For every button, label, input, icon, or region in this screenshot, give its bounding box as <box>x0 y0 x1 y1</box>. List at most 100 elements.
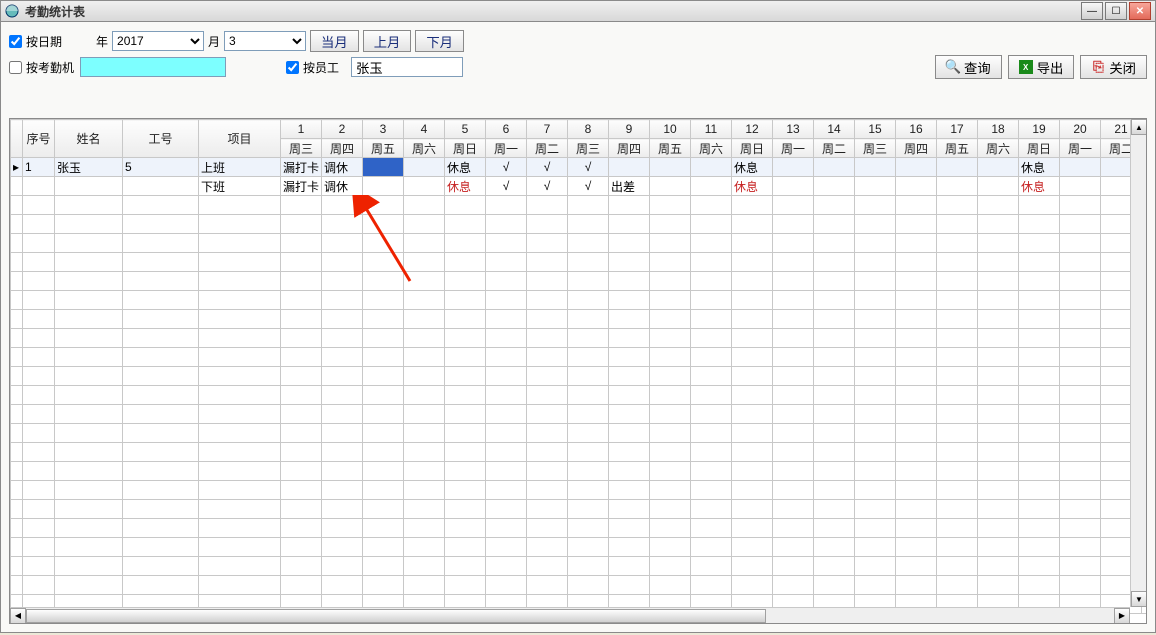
col-day-3[interactable]: 3 <box>363 120 404 139</box>
cell-day[interactable]: 休息 <box>445 177 486 196</box>
col-weekday-20[interactable]: 周一 <box>1060 139 1101 158</box>
col-day-11[interactable]: 11 <box>691 120 732 139</box>
table-row[interactable] <box>11 481 1148 500</box>
col-day-1[interactable]: 1 <box>281 120 322 139</box>
table-row[interactable]: ▸1张玉5上班漏打卡调休休息√√√休息休息 <box>11 158 1148 177</box>
col-day-9[interactable]: 9 <box>609 120 650 139</box>
cell-day[interactable] <box>937 158 978 177</box>
horizontal-scrollbar[interactable]: ◀ ▶ <box>10 607 1130 623</box>
cell-day[interactable] <box>691 177 732 196</box>
cell-day[interactable] <box>978 158 1019 177</box>
cell-day[interactable]: √ <box>486 177 527 196</box>
col-day-6[interactable]: 6 <box>486 120 527 139</box>
table-row[interactable] <box>11 329 1148 348</box>
col-weekday-15[interactable]: 周三 <box>855 139 896 158</box>
table-row[interactable] <box>11 196 1148 215</box>
col-number[interactable]: 工号 <box>123 120 199 158</box>
scroll-thumb[interactable] <box>26 609 766 623</box>
maximize-button[interactable]: ☐ <box>1105 2 1127 20</box>
month-select[interactable]: 3 <box>224 31 306 51</box>
col-day-7[interactable]: 7 <box>527 120 568 139</box>
col-day-15[interactable]: 15 <box>855 120 896 139</box>
cell-day[interactable] <box>855 158 896 177</box>
cell-day[interactable] <box>1060 177 1101 196</box>
col-weekday-14[interactable]: 周二 <box>814 139 855 158</box>
cell-day[interactable]: √ <box>486 158 527 177</box>
checkbox-by-machine[interactable]: 按考勤机 <box>9 59 74 76</box>
cell-day[interactable]: √ <box>527 177 568 196</box>
cell-name[interactable] <box>55 177 123 196</box>
scroll-left-button[interactable]: ◀ <box>10 608 26 624</box>
col-index[interactable]: 序号 <box>23 120 55 158</box>
col-weekday-2[interactable]: 周四 <box>322 139 363 158</box>
cell-day[interactable]: √ <box>568 177 609 196</box>
table-row[interactable] <box>11 462 1148 481</box>
employee-name-input[interactable] <box>351 57 463 77</box>
col-weekday-5[interactable]: 周日 <box>445 139 486 158</box>
col-weekday-4[interactable]: 周六 <box>404 139 445 158</box>
current-month-button[interactable]: 当月 <box>310 30 359 52</box>
table-row[interactable] <box>11 424 1148 443</box>
col-day-5[interactable]: 5 <box>445 120 486 139</box>
table-row[interactable] <box>11 253 1148 272</box>
cell-index[interactable]: 1 <box>23 158 55 177</box>
checkbox-by-machine-input[interactable] <box>9 61 22 74</box>
table-row[interactable] <box>11 557 1148 576</box>
checkbox-by-date-input[interactable] <box>9 35 22 48</box>
cell-item[interactable]: 下班 <box>199 177 281 196</box>
table-row[interactable] <box>11 272 1148 291</box>
col-day-18[interactable]: 18 <box>978 120 1019 139</box>
cell-day[interactable] <box>978 177 1019 196</box>
table-row[interactable] <box>11 576 1148 595</box>
table-row[interactable] <box>11 348 1148 367</box>
cell-day[interactable]: 休息 <box>732 177 773 196</box>
attendance-grid[interactable]: 序号姓名工号项目12345678910111213141516171819202… <box>10 119 1147 614</box>
col-weekday-10[interactable]: 周五 <box>650 139 691 158</box>
cell-day[interactable] <box>773 177 814 196</box>
col-weekday-3[interactable]: 周五 <box>363 139 404 158</box>
cell-index[interactable] <box>23 177 55 196</box>
cell-day[interactable] <box>650 177 691 196</box>
query-button[interactable]: 🔍 查询 <box>935 55 1002 79</box>
col-name[interactable]: 姓名 <box>55 120 123 158</box>
col-weekday-7[interactable]: 周二 <box>527 139 568 158</box>
cell-day[interactable] <box>896 158 937 177</box>
cell-day[interactable] <box>937 177 978 196</box>
col-day-19[interactable]: 19 <box>1019 120 1060 139</box>
col-weekday-12[interactable]: 周日 <box>732 139 773 158</box>
cell-day[interactable] <box>404 177 445 196</box>
col-day-13[interactable]: 13 <box>773 120 814 139</box>
cell-day[interactable] <box>650 158 691 177</box>
col-day-2[interactable]: 2 <box>322 120 363 139</box>
table-row[interactable] <box>11 367 1148 386</box>
col-item[interactable]: 项目 <box>199 120 281 158</box>
cell-day[interactable] <box>691 158 732 177</box>
table-row[interactable] <box>11 234 1148 253</box>
cell-day[interactable]: √ <box>568 158 609 177</box>
table-row[interactable]: 下班漏打卡调休休息√√√出差休息休息 <box>11 177 1148 196</box>
cell-day[interactable]: 漏打卡 <box>281 158 322 177</box>
table-row[interactable] <box>11 386 1148 405</box>
col-weekday-17[interactable]: 周五 <box>937 139 978 158</box>
close-window-button[interactable]: ✕ <box>1129 2 1151 20</box>
col-weekday-1[interactable]: 周三 <box>281 139 322 158</box>
cell-day[interactable] <box>1060 158 1101 177</box>
checkbox-by-date[interactable]: 按日期 <box>9 33 62 50</box>
cell-day[interactable] <box>814 177 855 196</box>
vertical-scrollbar[interactable]: ▲ ▼ <box>1130 119 1146 607</box>
cell-number[interactable]: 5 <box>123 158 199 177</box>
cell-day[interactable] <box>773 158 814 177</box>
cell-day[interactable] <box>855 177 896 196</box>
col-weekday-18[interactable]: 周六 <box>978 139 1019 158</box>
col-weekday-16[interactable]: 周四 <box>896 139 937 158</box>
table-row[interactable] <box>11 310 1148 329</box>
col-weekday-11[interactable]: 周六 <box>691 139 732 158</box>
col-weekday-8[interactable]: 周三 <box>568 139 609 158</box>
close-button[interactable]: ⎘ 关闭 <box>1080 55 1147 79</box>
table-row[interactable] <box>11 500 1148 519</box>
table-row[interactable] <box>11 215 1148 234</box>
cell-day[interactable]: 调休 <box>322 177 363 196</box>
col-day-10[interactable]: 10 <box>650 120 691 139</box>
col-day-12[interactable]: 12 <box>732 120 773 139</box>
col-day-20[interactable]: 20 <box>1060 120 1101 139</box>
